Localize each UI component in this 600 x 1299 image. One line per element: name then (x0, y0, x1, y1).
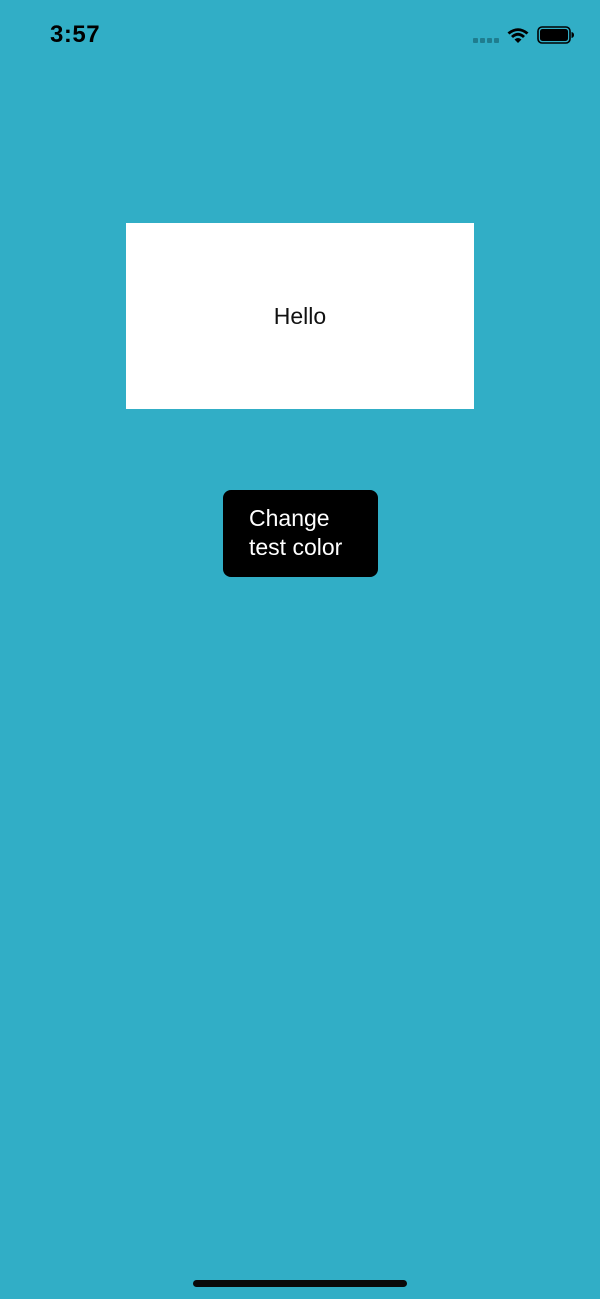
button-label-line1: Change (249, 505, 330, 531)
home-indicator[interactable] (193, 1280, 407, 1287)
status-time: 3:57 (50, 21, 101, 48)
battery-icon (537, 26, 574, 44)
wifi-icon (507, 28, 529, 43)
hello-text: Hello (273, 302, 327, 329)
change-test-color-button[interactable]: Change test color (223, 490, 378, 577)
button-label-line2: test color (249, 534, 343, 560)
signal-icon (473, 38, 501, 44)
status-bar: 3:57 (0, 0, 600, 72)
hello-card: Hello (126, 223, 474, 409)
